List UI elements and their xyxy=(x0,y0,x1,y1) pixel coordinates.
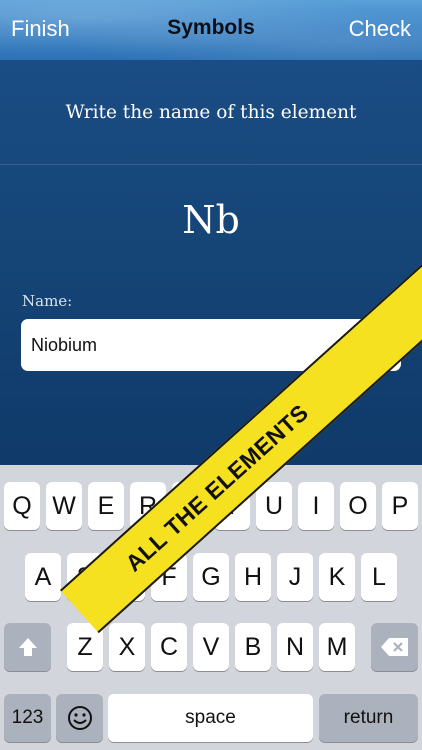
return-key[interactable]: return xyxy=(319,694,418,742)
key-b[interactable]: B xyxy=(235,623,271,671)
key-q[interactable]: Q xyxy=(4,482,40,530)
key-a[interactable]: A xyxy=(25,553,61,601)
delete-key[interactable] xyxy=(371,623,418,671)
key-g[interactable]: G xyxy=(193,553,229,601)
key-x[interactable]: X xyxy=(109,623,145,671)
key-i[interactable]: I xyxy=(298,482,334,530)
key-h[interactable]: H xyxy=(235,553,271,601)
emoji-face-icon xyxy=(67,706,92,730)
backspace-icon xyxy=(380,638,408,656)
key-l[interactable]: L xyxy=(361,553,397,601)
key-v[interactable]: V xyxy=(193,623,229,671)
numbers-key[interactable]: 123 xyxy=(4,694,51,742)
key-j[interactable]: J xyxy=(277,553,313,601)
space-key[interactable]: space xyxy=(108,694,313,742)
quiz-prompt: Write the name of this element xyxy=(65,102,357,123)
emoji-key[interactable] xyxy=(56,694,103,742)
key-c[interactable]: C xyxy=(151,623,187,671)
check-button[interactable]: Check xyxy=(349,16,411,42)
key-p[interactable]: P xyxy=(382,482,418,530)
navigation-bar: Finish Symbols Check xyxy=(0,0,422,60)
finish-button[interactable]: Finish xyxy=(11,16,70,42)
key-w[interactable]: W xyxy=(46,482,82,530)
quiz-panel: Write the name of this element Nb Name: xyxy=(0,60,422,465)
key-e[interactable]: E xyxy=(88,482,124,530)
key-o[interactable]: O xyxy=(340,482,376,530)
shift-key[interactable] xyxy=(4,623,51,671)
name-field-label: Name: xyxy=(22,292,73,310)
divider xyxy=(0,164,422,165)
key-k[interactable]: K xyxy=(319,553,355,601)
key-n[interactable]: N xyxy=(277,623,313,671)
key-u[interactable]: U xyxy=(256,482,292,530)
element-symbol: Nb xyxy=(182,198,240,242)
shift-arrow-icon xyxy=(18,638,37,656)
key-m[interactable]: M xyxy=(319,623,355,671)
